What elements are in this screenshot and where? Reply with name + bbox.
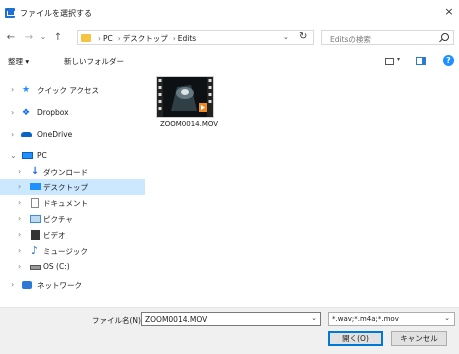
pictures-icon (30, 215, 41, 223)
chevron-right-icon[interactable]: › (18, 198, 21, 207)
dropbox-icon: ❖ (22, 108, 31, 118)
sidebar-item-music[interactable]: › ♪ ミュージック (0, 243, 145, 259)
file-name-label[interactable]: ZOOM0014.MOV (149, 120, 229, 128)
chevron-down-icon[interactable]: ⌄ (444, 314, 450, 322)
view-options-icon[interactable] (385, 58, 394, 65)
new-folder-button[interactable]: 新しいフォルダー (64, 56, 124, 67)
sidebar-item-label: OS (C:) (43, 262, 70, 271)
video-thumbnail (157, 77, 213, 117)
breadcrumb-separator: › (172, 34, 176, 43)
chevron-right-icon[interactable]: › (18, 214, 21, 223)
breadcrumb-pc[interactable]: PC (103, 34, 113, 43)
desktop-icon (30, 183, 41, 190)
video-icon (31, 230, 40, 240)
chevron-right-icon[interactable]: › (18, 182, 21, 191)
filename-input[interactable]: ZOOM0014.MOV ⌄ (141, 312, 321, 326)
app-icon (5, 8, 15, 18)
sidebar-item-dropbox[interactable]: › ❖ Dropbox (0, 105, 145, 121)
navigation-pane: › ★ クイック アクセス › ❖ Dropbox › OneDrive ⌄ P… (0, 67, 145, 307)
cloud-icon (21, 132, 32, 137)
chevron-right-icon[interactable]: › (18, 246, 21, 255)
sidebar-item-downloads[interactable]: › ↓ ダウンロード (0, 164, 145, 180)
star-icon: ★ (22, 85, 31, 95)
organize-button[interactable]: 整理 ▾ (8, 56, 29, 67)
help-icon[interactable]: ? (443, 55, 454, 66)
download-icon: ↓ (31, 166, 40, 177)
chevron-right-icon[interactable]: › (11, 85, 14, 94)
sidebar-item-label: ネットワーク (37, 281, 82, 290)
sidebar-item-label: ピクチャ (43, 215, 73, 224)
filename-value[interactable]: ZOOM0014.MOV (145, 315, 207, 324)
refresh-icon[interactable]: ↻ (299, 31, 307, 42)
filename-label: ファイル名(N): (92, 316, 144, 325)
chevron-right-icon[interactable]: › (11, 280, 14, 289)
computer-icon (22, 152, 33, 159)
search-box[interactable]: Editsの検索 (321, 30, 454, 45)
music-icon: ♪ (31, 244, 39, 257)
sidebar-item-label: ミュージック (43, 247, 88, 256)
open-button[interactable]: 開く(O) (328, 331, 383, 346)
close-button[interactable]: × (442, 5, 456, 19)
filetype-select[interactable]: *.wav;*.m4a;*.mov ⌄ (328, 312, 455, 326)
sidebar-item-label: PC (37, 151, 47, 160)
sidebar-item-onedrive[interactable]: › OneDrive (0, 127, 145, 143)
chevron-right-icon[interactable]: › (11, 108, 14, 117)
breadcrumb-edits[interactable]: Edits (178, 34, 196, 43)
sidebar-item-label: OneDrive (37, 130, 73, 139)
recent-locations-button[interactable]: ⌄ (37, 30, 49, 44)
address-dropdown-icon[interactable]: ⌄ (283, 33, 289, 41)
breadcrumb-desktop[interactable]: デスクトップ (123, 34, 168, 43)
sidebar-item-label: クイック アクセス (37, 86, 100, 95)
chevron-right-icon[interactable]: › (18, 167, 21, 176)
folder-icon (81, 34, 91, 42)
chevron-right-icon[interactable]: › (11, 130, 14, 139)
sidebar-item-label: デスクトップ (43, 183, 88, 192)
sidebar-item-os-c[interactable]: › OS (C:) (0, 259, 145, 275)
filetype-value[interactable]: *.wav;*.m4a;*.mov (332, 315, 399, 323)
view-dropdown-icon[interactable]: ▾ (397, 56, 400, 63)
window-title: ファイルを選択する (20, 9, 92, 18)
video-file-icon[interactable] (156, 76, 214, 118)
sidebar-item-pc[interactable]: ⌄ PC (0, 148, 145, 164)
breadcrumb: › PC › デスクトップ › Edits (95, 33, 198, 44)
sidebar-item-label: Dropbox (37, 108, 69, 117)
chevron-down-icon[interactable]: ⌄ (311, 314, 317, 322)
back-button[interactable]: ← (5, 31, 17, 45)
drive-icon (30, 265, 41, 270)
chevron-right-icon[interactable]: › (18, 230, 21, 239)
address-bar[interactable]: › PC › デスクトップ › Edits ⌄ ↻ (77, 30, 314, 45)
search-placeholder: Editsの検索 (330, 35, 371, 44)
sidebar-item-label: ビデオ (43, 231, 66, 240)
up-button[interactable]: ↑ (52, 31, 64, 45)
sidebar-item-label: ドキュメント (43, 199, 88, 208)
chevron-down-icon[interactable]: ⌄ (10, 151, 17, 160)
network-icon (22, 281, 32, 289)
preview-pane-icon[interactable] (416, 57, 426, 65)
breadcrumb-separator: › (98, 34, 101, 43)
document-icon (31, 198, 39, 208)
cancel-button[interactable]: キャンセル (391, 331, 447, 346)
sidebar-item-desktop[interactable]: › デスクトップ (0, 179, 145, 195)
search-icon[interactable] (441, 33, 449, 41)
sidebar-item-label: ダウンロード (43, 168, 88, 177)
sidebar-item-videos[interactable]: › ビデオ (0, 227, 145, 243)
chevron-right-icon[interactable]: › (18, 262, 21, 271)
sidebar-item-network[interactable]: › ネットワーク (0, 277, 145, 293)
sidebar-item-quick-access[interactable]: › ★ クイック アクセス (0, 82, 145, 98)
sidebar-item-pictures[interactable]: › ピクチャ (0, 211, 145, 227)
breadcrumb-separator: › (117, 34, 121, 43)
forward-button[interactable]: → (23, 31, 35, 45)
sidebar-item-documents[interactable]: › ドキュメント (0, 195, 145, 211)
